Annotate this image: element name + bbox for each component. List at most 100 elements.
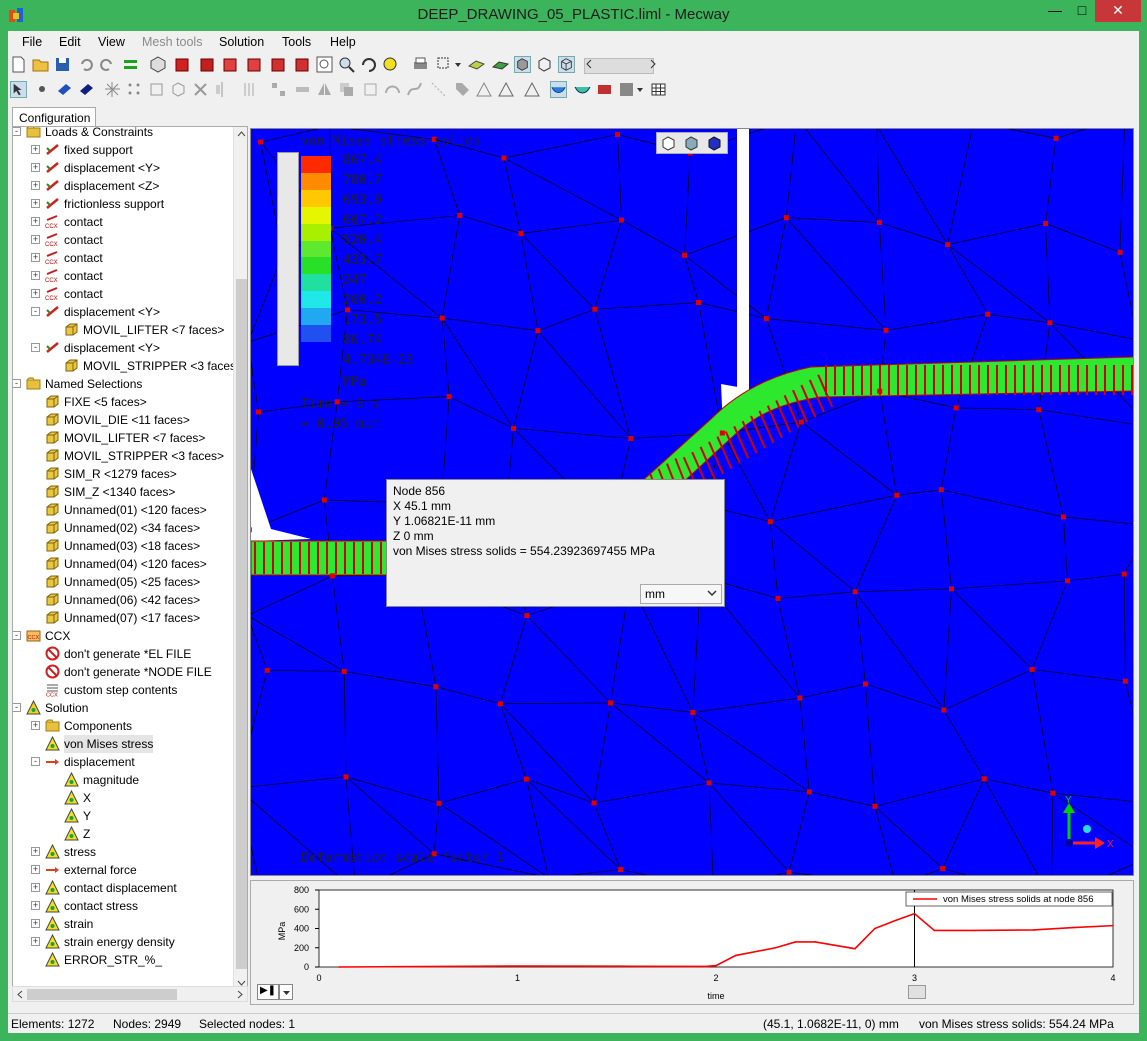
triangle-mesh-icon[interactable] <box>476 81 493 98</box>
tree-item[interactable]: - Loads & Constraints <box>13 127 231 141</box>
tree-item[interactable]: Z <box>13 825 231 843</box>
tree-item[interactable]: SIM_Z <1340 faces> <box>13 483 231 501</box>
triangle-plain-icon[interactable] <box>524 81 541 98</box>
expand-toggle[interactable]: + <box>31 235 40 244</box>
expand-toggle[interactable]: + <box>31 937 40 946</box>
redo-icon[interactable] <box>98 56 115 73</box>
tree-item[interactable]: - displacement <box>13 753 231 771</box>
open-folder-icon[interactable] <box>32 56 49 73</box>
tree-item[interactable]: - Named Selections <box>13 375 231 393</box>
view-top-icon[interactable] <box>270 56 287 73</box>
menu-mesh-tools[interactable]: Mesh tools <box>142 35 202 49</box>
tree-item[interactable]: MOVIL_LIFTER <7 faces> <box>13 429 231 447</box>
solve-icon[interactable] <box>122 56 139 73</box>
collapse-toggle[interactable]: - <box>31 757 40 766</box>
scroll-left-icon[interactable] <box>16 990 25 999</box>
expand-toggle[interactable]: + <box>31 217 40 226</box>
time-history-chart[interactable]: 0 1 2 3 4 0 200 400 600 800 von Mises stress soli… <box>251 881 1133 1004</box>
twist-icon[interactable] <box>406 81 423 98</box>
wireframe-icon[interactable] <box>536 56 553 73</box>
maximize-button[interactable]: □ <box>1069 0 1095 22</box>
collapse-toggle[interactable]: - <box>31 307 40 316</box>
deformed-icon[interactable] <box>574 81 591 98</box>
tree-item[interactable]: + stress <box>13 843 231 861</box>
menu-view[interactable]: View <box>98 35 125 49</box>
split-icon[interactable] <box>294 81 311 98</box>
tree-item[interactable]: don't generate *EL FILE <box>13 645 231 663</box>
tree-item[interactable]: Unnamed(04) <120 faces> <box>13 555 231 573</box>
tree-item[interactable]: don't generate *NODE FILE <box>13 663 231 681</box>
mirror-icon[interactable] <box>214 81 231 98</box>
delete-icon[interactable] <box>192 81 209 98</box>
save-icon[interactable] <box>54 56 71 73</box>
close-button[interactable]: ✕ <box>1095 0 1141 22</box>
tree-vertical-scrollbar[interactable] <box>233 127 247 991</box>
tree-item[interactable]: MOVIL_LIFTER <7 faces> <box>13 321 231 339</box>
explode-icon[interactable] <box>104 81 121 98</box>
tree-item[interactable]: MOVIL_DIE <11 faces> <box>13 411 231 429</box>
reflect-icon[interactable] <box>316 81 333 98</box>
tree-item[interactable]: von Mises stress <box>13 735 231 753</box>
film-dropdown-icon[interactable] <box>636 81 644 98</box>
tree-hscroll-thumb[interactable] <box>27 989 177 1000</box>
time-slider-thumb[interactable] <box>908 985 926 999</box>
tree-item[interactable]: - CCX CCX <box>13 627 231 645</box>
scroll-right-icon[interactable] <box>235 990 244 999</box>
tree-item[interactable]: + contact displacement <box>13 879 231 897</box>
menu-solution[interactable]: Solution <box>219 35 264 49</box>
select-element-icon[interactable] <box>78 81 95 98</box>
tool-icon[interactable] <box>454 81 471 98</box>
dropdown-arrow-icon[interactable] <box>454 56 462 73</box>
unit-select[interactable]: mm <box>640 584 722 604</box>
scroll-right-icon[interactable] <box>648 56 658 73</box>
rotate-icon[interactable] <box>360 56 377 73</box>
view-back-icon[interactable] <box>198 56 215 73</box>
tree-item[interactable]: + displacement <Y> <box>13 159 231 177</box>
pan-icon[interactable] <box>382 56 399 73</box>
tree-item[interactable]: + CCX contact <box>13 285 231 303</box>
tree-item[interactable]: CCX custom step contents <box>13 681 231 699</box>
tree-item[interactable]: + CCX contact <box>13 213 231 231</box>
expand-toggle[interactable]: + <box>31 865 40 874</box>
expand-toggle[interactable]: + <box>31 901 40 910</box>
triangle-icon[interactable] <box>498 81 515 98</box>
expand-toggle[interactable]: + <box>31 847 40 856</box>
tree-item[interactable]: + CCX contact <box>13 231 231 249</box>
tree-item[interactable]: X <box>13 789 231 807</box>
play-options-button[interactable] <box>279 984 293 1000</box>
tree-item[interactable]: + strain <box>13 915 231 933</box>
tab-configuration[interactable]: Configuration <box>12 107 96 127</box>
expand-toggle[interactable]: + <box>31 199 40 208</box>
tree-item[interactable]: + frictionless support <box>13 195 231 213</box>
table-icon[interactable] <box>650 81 667 98</box>
expand-toggle[interactable]: + <box>31 163 40 172</box>
collapse-toggle[interactable]: - <box>13 379 21 388</box>
revolve-icon[interactable] <box>362 81 379 98</box>
film-icon[interactable] <box>618 81 635 98</box>
zoom-icon[interactable] <box>338 56 355 73</box>
tree-item[interactable]: + contact stress <box>13 897 231 915</box>
select-face-icon[interactable] <box>56 81 73 98</box>
menu-tools[interactable]: Tools <box>282 35 311 49</box>
tree-item[interactable]: Unnamed(05) <25 faces> <box>13 573 231 591</box>
animation-icon[interactable] <box>596 81 613 98</box>
flat-plate-icon[interactable] <box>492 56 509 73</box>
view-left-icon[interactable] <box>222 56 239 73</box>
tree-item[interactable]: - displacement <Y> <box>13 303 231 321</box>
shaded-view-icon[interactable] <box>514 56 531 73</box>
expand-toggle[interactable]: + <box>31 181 40 190</box>
cube-half-icon[interactable] <box>683 135 700 152</box>
toolbar-scroller[interactable] <box>584 58 654 74</box>
collapse-toggle[interactable]: - <box>13 127 21 136</box>
expand-toggle[interactable]: + <box>31 145 40 154</box>
tree-item[interactable]: magnitude <box>13 771 231 789</box>
collapse-toggle[interactable]: - <box>13 703 21 712</box>
surface-icon[interactable] <box>468 56 485 73</box>
grid-points-icon[interactable] <box>126 81 143 98</box>
expand-toggle[interactable]: + <box>31 721 40 730</box>
tree-item[interactable]: Unnamed(06) <42 faces> <box>13 591 231 609</box>
tree-item[interactable]: Y <box>13 807 231 825</box>
expand-toggle[interactable]: + <box>31 271 40 280</box>
cube-solid-icon[interactable] <box>706 135 723 152</box>
tree-item[interactable]: + external force <box>13 861 231 879</box>
